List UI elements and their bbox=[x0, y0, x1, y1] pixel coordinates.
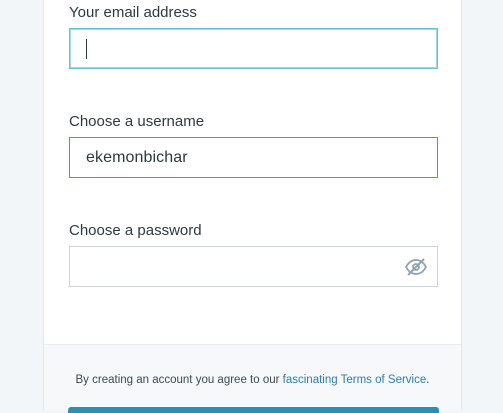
terms-suffix: . bbox=[426, 374, 430, 386]
signup-card: Your email address Choose a username eke… bbox=[43, 0, 462, 413]
username-label: Choose a username bbox=[69, 113, 205, 130]
terms-prefix: By creating an account you agree to our bbox=[75, 374, 283, 386]
password-input[interactable] bbox=[69, 246, 438, 287]
text-caret bbox=[86, 39, 87, 59]
email-input[interactable] bbox=[69, 28, 438, 69]
username-input[interactable]: ekemonbichar bbox=[69, 137, 438, 178]
username-value: ekemonbichar bbox=[86, 149, 188, 166]
email-label: Your email address bbox=[69, 4, 197, 21]
terms-of-service-link[interactable]: fascinating Terms of Service bbox=[283, 374, 427, 386]
terms-notice: By creating an account you agree to our … bbox=[44, 374, 461, 386]
eye-slash-icon[interactable] bbox=[404, 257, 428, 277]
password-label: Choose a password bbox=[69, 222, 202, 239]
create-account-button[interactable] bbox=[68, 407, 439, 413]
form-footer: By creating an account you agree to our … bbox=[44, 344, 461, 413]
